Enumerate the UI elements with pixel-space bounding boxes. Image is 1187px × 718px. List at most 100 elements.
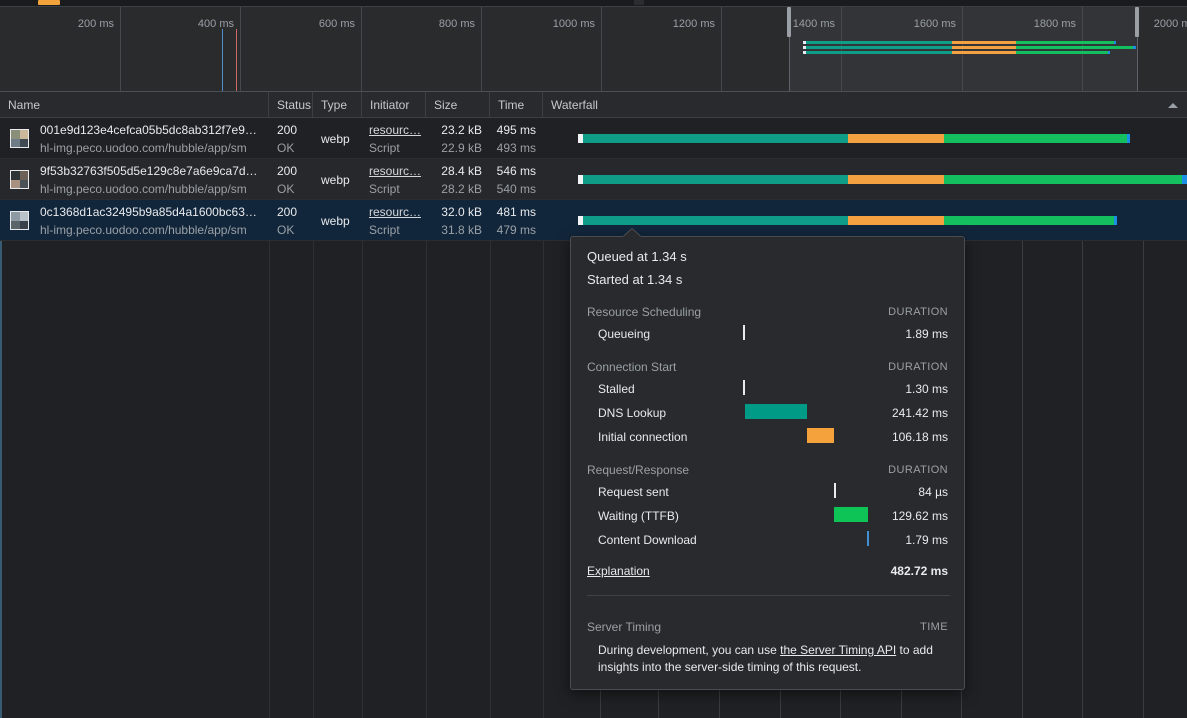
timing-row-label: Stalled	[598, 382, 635, 396]
overview-request-bar-segment	[806, 46, 952, 49]
network-overview-timeline[interactable]: 200 ms 400 ms 600 ms 800 ms 1000 ms 1200 ms 14…	[0, 6, 1187, 92]
overview-request-bar-segment	[952, 41, 1016, 44]
overview-request-bar-segment	[952, 46, 1016, 49]
waterfall-segment-orange[interactable]	[848, 134, 944, 143]
thumbnail-pixel-block	[19, 220, 28, 229]
overview-request-bar-segment	[806, 41, 952, 44]
timing-row-value: 1.30 ms	[905, 382, 948, 396]
column-header-name[interactable]: Name	[0, 92, 269, 118]
column-header-status[interactable]: Status	[269, 92, 313, 118]
status-code: 200	[277, 205, 298, 219]
overview-resize-handle-left[interactable]	[787, 7, 791, 37]
timing-row-value: 84 µs	[918, 485, 948, 499]
tooltip-started-at: Started at 1.34 s	[587, 272, 683, 287]
request-name[interactable]: 9f53b32763f505d5e129c8e7a6e9ca7d…	[40, 164, 262, 178]
timing-row-value: 129.62 ms	[891, 509, 948, 523]
waterfall-segment-teal[interactable]	[583, 216, 848, 225]
explanation-link[interactable]: Explanation	[587, 564, 650, 578]
status-text: OK	[277, 141, 295, 155]
overview-resize-handle-right[interactable]	[1135, 7, 1139, 37]
column-header-label: Time	[498, 98, 525, 112]
request-url: hl-img.peco.uodoo.com/hubble/app/sm	[40, 223, 247, 237]
timing-row-label: Content Download	[598, 533, 697, 547]
timing-row-bar	[834, 483, 836, 498]
waterfall-segment-blue[interactable]	[1182, 175, 1187, 184]
overview-request-bar-segment	[1114, 41, 1116, 44]
request-thumbnail	[10, 129, 29, 148]
overview-tick-label: 400 ms	[197, 18, 234, 30]
timing-row-label: Request sent	[598, 485, 669, 499]
overview-event-line-load	[236, 29, 237, 91]
overview-tick-label: 2000 ms	[1153, 18, 1187, 30]
tooltip-divider	[587, 595, 950, 596]
overview-request-bar-segment	[1108, 51, 1110, 54]
status-text: OK	[277, 182, 295, 196]
overview-tick-label: 1400 ms	[792, 18, 835, 30]
timing-row-label: DNS Lookup	[598, 406, 667, 420]
server-timing-note-before: During development, you can use	[598, 643, 781, 657]
sort-ascending-triangle-icon	[1168, 103, 1178, 108]
status-text: OK	[277, 223, 295, 237]
table-header-row: Name Status Type Initiator Size Time Waterfall	[0, 92, 1187, 118]
waterfall-segment-green[interactable]	[944, 216, 1114, 225]
overview-event-line-dom-content-loaded	[222, 29, 223, 91]
table-row[interactable]: 0c1368d1ac32495b9a85d4a1600bc63… hl-img.p…	[0, 200, 1187, 241]
table-row[interactable]: 9f53b32763f505d5e129c8e7a6e9ca7d… hl-img.…	[0, 159, 1187, 200]
request-url: hl-img.peco.uodoo.com/hubble/app/sm	[40, 141, 247, 155]
initiator-link[interactable]: resourc…	[369, 123, 421, 137]
column-header-waterfall[interactable]: Waterfall	[543, 92, 1187, 118]
waterfall-segment-green[interactable]	[944, 134, 1127, 143]
waterfall-segment-orange[interactable]	[848, 216, 944, 225]
initiator-link[interactable]: resourc…	[369, 164, 421, 178]
table-row[interactable]: 001e9d123e4cefca05b5dc8ab312f7e9… hl-img.…	[0, 118, 1187, 159]
explanation-total-value: 482.72 ms	[890, 564, 948, 578]
devtools-network-panel: 200 ms 400 ms 600 ms 800 ms 1000 ms 1200 ms 14…	[0, 0, 1187, 718]
status-code: 200	[277, 164, 298, 178]
overview-request-bar-segment	[1016, 41, 1114, 44]
resource-size: 22.9 kB	[441, 141, 482, 155]
total-time: 481 ms	[496, 205, 536, 219]
column-header-type[interactable]: Type	[313, 92, 362, 118]
overview-request-bar-segment	[952, 51, 1016, 54]
waterfall-segment-green[interactable]	[944, 175, 1182, 184]
column-header-label: Initiator	[370, 98, 410, 112]
resource-size: 28.2 kB	[441, 182, 482, 196]
overview-tick-line	[962, 7, 963, 91]
tooltip-arrow-icon	[623, 229, 641, 237]
overview-tick-line	[721, 7, 722, 91]
overview-dimmed-left	[0, 7, 789, 91]
waterfall-segment-blue[interactable]	[1127, 134, 1130, 143]
server-timing-unit: TIME	[920, 621, 948, 633]
transfer-size: 28.4 kB	[441, 164, 482, 178]
column-header-size[interactable]: Size	[426, 92, 490, 118]
request-name[interactable]: 0c1368d1ac32495b9a85d4a1600bc63…	[40, 205, 262, 219]
latency-time: 493 ms	[496, 141, 536, 155]
overview-tick-label: 1200 ms	[672, 18, 715, 30]
request-timing-tooltip: Queued at 1.34 s Started at 1.34 s Resou…	[570, 228, 965, 690]
overview-tick-label: 1800 ms	[1033, 18, 1076, 30]
request-name[interactable]: 001e9d123e4cefca05b5dc8ab312f7e9…	[40, 123, 262, 137]
waterfall-segment-teal[interactable]	[583, 134, 848, 143]
toolbar-record-chip-icon	[38, 0, 60, 5]
waterfall-segment-orange[interactable]	[848, 175, 944, 184]
resource-type: webp	[321, 214, 350, 228]
initiator-link[interactable]: resourc…	[369, 205, 421, 219]
server-timing-api-link[interactable]: the Server Timing API	[780, 643, 896, 657]
resource-size: 31.8 kB	[441, 223, 482, 237]
timing-row-value: 241.42 ms	[891, 406, 948, 420]
column-header-initiator[interactable]: Initiator	[362, 92, 426, 118]
timing-row-label: Queueing	[598, 327, 651, 341]
timing-row-bar	[867, 531, 869, 546]
server-timing-note: During development, you can use the Serv…	[598, 642, 938, 676]
request-thumbnail	[10, 211, 29, 230]
thumbnail-pixel-block	[19, 212, 28, 221]
overview-tick-line	[361, 7, 362, 91]
resource-type: webp	[321, 173, 350, 187]
overview-request-bar-segment	[1016, 46, 1133, 49]
column-header-time[interactable]: Time	[490, 92, 543, 118]
waterfall-segment-blue[interactable]	[1114, 216, 1117, 225]
latency-time: 540 ms	[496, 182, 536, 196]
overview-tick-label: 200 ms	[77, 18, 114, 30]
waterfall-segment-teal[interactable]	[583, 175, 848, 184]
status-code: 200	[277, 123, 298, 137]
